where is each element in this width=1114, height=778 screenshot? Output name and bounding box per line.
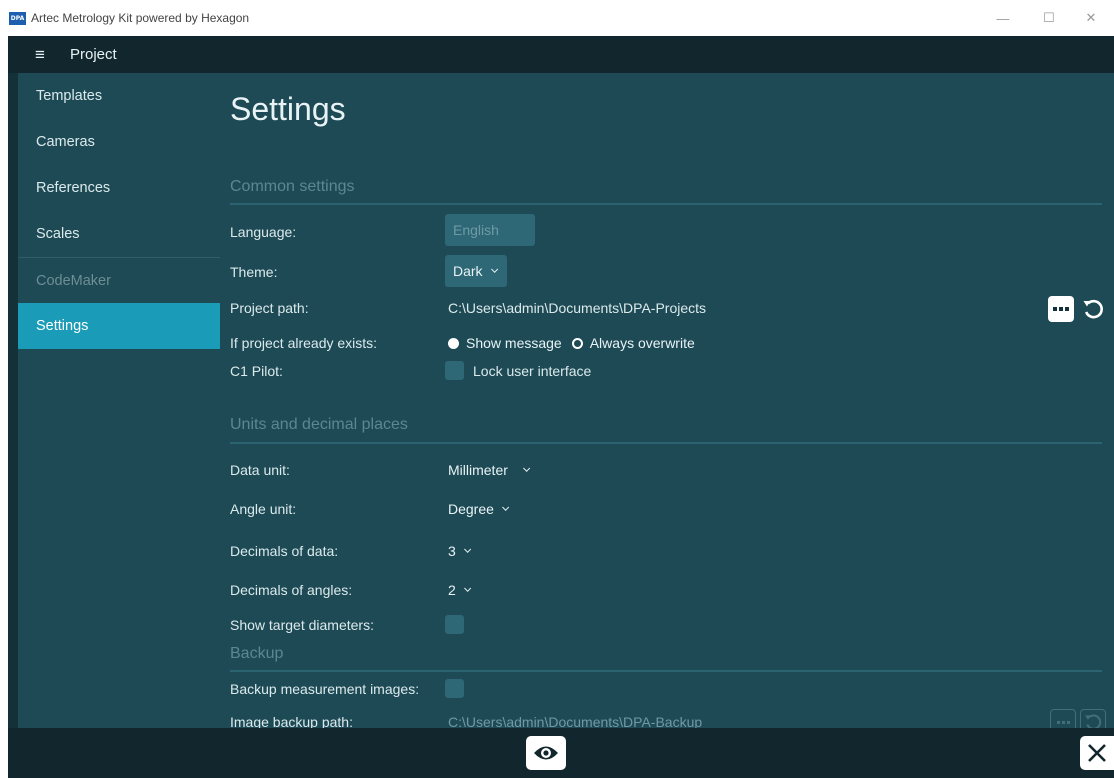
- app-logo: DPA: [9, 11, 26, 25]
- project-exists-radio-group: Show message Always overwrite: [448, 335, 705, 351]
- close-icon: [1088, 744, 1106, 762]
- theme-value: Dark: [453, 263, 483, 279]
- project-exists-label: If project already exists:: [230, 335, 378, 351]
- language-label: Language:: [230, 224, 297, 240]
- always-overwrite-radio[interactable]: [571, 337, 583, 349]
- chevron-down-icon: [463, 584, 471, 592]
- section-title-common: Common settings: [230, 178, 355, 195]
- backup-images-checkbox[interactable]: [445, 679, 464, 698]
- window-title: Artec Metrology Kit powered by Hexagon: [31, 11, 250, 25]
- window-close-button[interactable]: ✕: [1068, 0, 1114, 36]
- section-title-backup: Backup: [230, 645, 284, 662]
- sidebar-item-settings[interactable]: Settings: [18, 303, 220, 349]
- language-select: English: [445, 214, 535, 246]
- section-divider: [230, 442, 1102, 444]
- show-message-label[interactable]: Show message: [466, 335, 562, 351]
- settings-panel: Settings Common settings Language: Engli…: [220, 73, 1114, 735]
- page-title: Settings: [230, 91, 346, 127]
- eye-icon: [534, 746, 558, 760]
- minimize-button[interactable]: —: [980, 0, 1026, 36]
- decimals-data-value: 3: [448, 543, 456, 559]
- lock-ui-label[interactable]: Lock user interface: [473, 363, 591, 379]
- ellipsis-icon: [1056, 720, 1070, 724]
- reset-project-path-button[interactable]: [1080, 296, 1106, 322]
- section-divider: [230, 670, 1102, 672]
- sidebar-item-templates[interactable]: Templates: [18, 73, 220, 119]
- decimals-angles-select[interactable]: 2: [448, 582, 471, 598]
- close-settings-button[interactable]: [1080, 736, 1114, 770]
- c1-pilot-label: C1 Pilot:: [230, 363, 283, 379]
- preview-button[interactable]: [526, 736, 566, 770]
- app-frame: ≡ Project Templates Cameras References S…: [8, 36, 1114, 778]
- window-titlebar: DPA Artec Metrology Kit powered by Hexag…: [0, 0, 1114, 36]
- maximize-button[interactable]: ☐: [1026, 0, 1072, 36]
- show-message-radio[interactable]: [448, 337, 459, 349]
- show-diameters-label: Show target diameters:: [230, 617, 374, 633]
- always-overwrite-label[interactable]: Always overwrite: [590, 335, 695, 351]
- data-unit-value: Millimeter: [448, 462, 508, 478]
- hamburger-menu-icon[interactable]: ≡: [18, 42, 62, 68]
- theme-label: Theme:: [230, 264, 278, 280]
- chevron-down-icon: [522, 464, 531, 472]
- sidebar: Templates Cameras References Scales Code…: [18, 73, 220, 728]
- chevron-down-icon: [502, 503, 510, 511]
- decimals-data-label: Decimals of data:: [230, 543, 339, 559]
- decimals-data-select[interactable]: 3: [448, 543, 471, 559]
- data-unit-select[interactable]: Millimeter: [448, 462, 531, 478]
- bottom-bar: [8, 728, 1114, 778]
- backup-images-label: Backup measurement images:: [230, 681, 420, 697]
- refresh-icon: [1083, 299, 1103, 319]
- chevron-down-icon: [463, 545, 471, 553]
- language-value: English: [453, 222, 499, 238]
- data-unit-label: Data unit:: [230, 462, 290, 478]
- angle-unit-value: Degree: [448, 501, 494, 517]
- sidebar-item-references[interactable]: References: [18, 165, 220, 211]
- lock-ui-checkbox[interactable]: [445, 361, 464, 380]
- angle-unit-label: Angle unit:: [230, 501, 297, 517]
- angle-unit-select[interactable]: Degree: [448, 501, 510, 517]
- show-diameters-checkbox[interactable]: [445, 615, 464, 634]
- project-path-value: C:\Users\admin\Documents\DPA-Projects: [448, 300, 707, 316]
- ellipsis-icon: [1053, 307, 1069, 311]
- project-path-label: Project path:: [230, 300, 309, 316]
- section-divider: [230, 203, 1102, 205]
- top-bar-title: Project: [70, 46, 117, 63]
- chevron-down-icon: [490, 265, 498, 273]
- sidebar-item-codemaker: CodeMaker: [18, 257, 220, 303]
- theme-select[interactable]: Dark: [445, 255, 507, 287]
- sidebar-item-scales[interactable]: Scales: [18, 211, 220, 257]
- section-title-units: Units and decimal places: [230, 416, 408, 433]
- top-bar: ≡ Project: [8, 36, 1114, 73]
- sidebar-item-cameras[interactable]: Cameras: [18, 119, 220, 165]
- decimals-angles-value: 2: [448, 582, 456, 598]
- browse-project-path-button[interactable]: [1048, 296, 1074, 322]
- decimals-angles-label: Decimals of angles:: [230, 582, 353, 598]
